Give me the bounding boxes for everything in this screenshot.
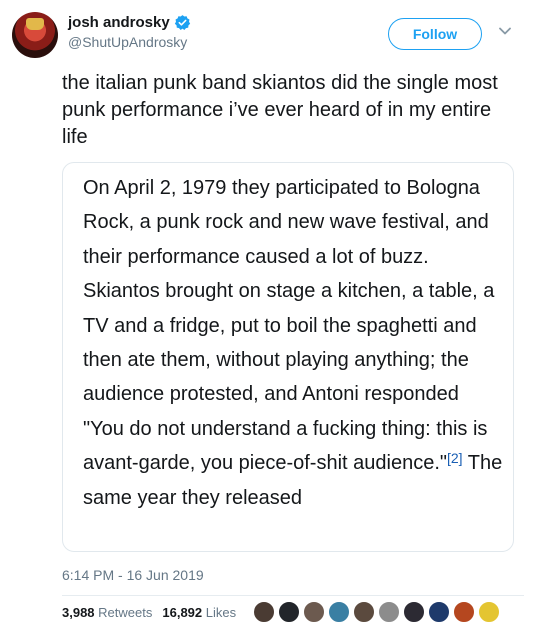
liker-avatars	[252, 600, 502, 626]
quoted-text-card[interactable]: On April 2, 1979 they participated to Bo…	[62, 162, 514, 552]
author-block: josh androsky @ShutUpAndrosky	[68, 14, 191, 50]
retweets-count: 3,988	[62, 605, 95, 620]
tweet-stats: 3,988 Retweets 16,892 Likes	[62, 605, 246, 620]
tweet-header: josh androsky @ShutUpAndrosky Follow	[12, 12, 524, 60]
liker-avatar[interactable]	[377, 600, 401, 624]
display-name[interactable]: josh androsky	[68, 14, 170, 31]
likes-label: Likes	[205, 605, 237, 620]
citation-link[interactable]: [2]	[447, 450, 463, 466]
liker-avatar[interactable]	[277, 600, 301, 624]
retweets-stat[interactable]: 3,988 Retweets	[62, 605, 152, 620]
timestamp[interactable]: 6:14 PM - 16 Jun 2019	[62, 567, 204, 583]
divider	[62, 595, 524, 596]
liker-avatar[interactable]	[352, 600, 376, 624]
likes-stat[interactable]: 16,892 Likes	[162, 605, 236, 620]
liker-avatar[interactable]	[477, 600, 501, 624]
follow-button[interactable]: Follow	[388, 18, 482, 50]
verified-badge-icon	[174, 15, 190, 30]
liker-avatar[interactable]	[427, 600, 451, 624]
quoted-text: On April 2, 1979 they participated to Bo…	[83, 171, 503, 515]
liker-avatar[interactable]	[252, 600, 276, 624]
liker-avatar[interactable]	[302, 600, 326, 624]
handle[interactable]: @ShutUpAndrosky	[68, 34, 191, 50]
retweets-label: Retweets	[98, 605, 153, 620]
chevron-down-icon[interactable]	[498, 24, 512, 38]
liker-avatar[interactable]	[327, 600, 351, 624]
liker-avatar[interactable]	[402, 600, 426, 624]
avatar[interactable]	[12, 12, 58, 58]
display-name-row: josh androsky	[68, 14, 191, 31]
tweet-text: the italian punk band skiantos did the s…	[62, 72, 498, 148]
likes-count: 16,892	[162, 605, 203, 620]
quoted-text-body: On April 2, 1979 they participated to Bo…	[83, 177, 495, 475]
liker-avatar[interactable]	[452, 600, 476, 624]
